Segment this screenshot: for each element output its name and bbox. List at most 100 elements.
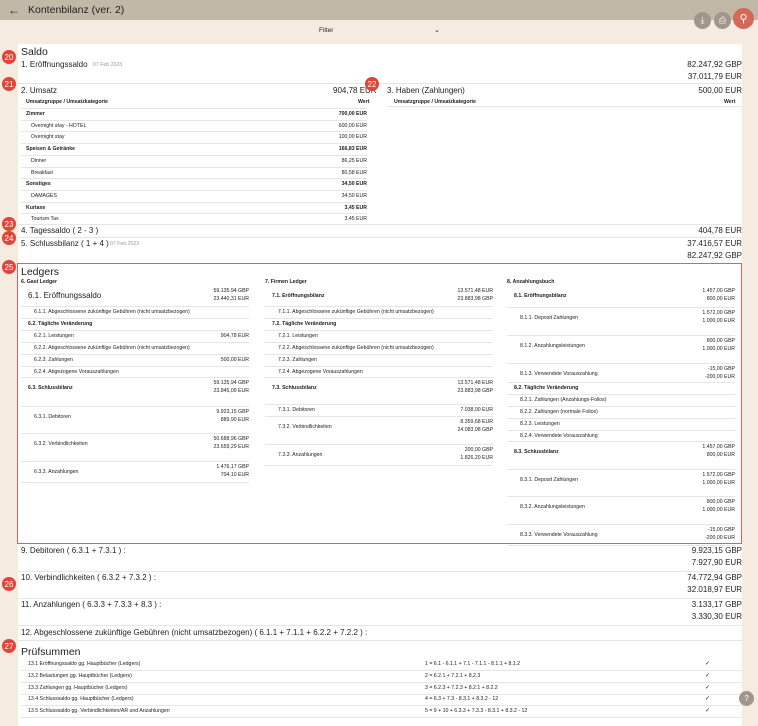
umsatz-row-label: Tourism Tax <box>31 216 59 223</box>
anzahl-ledger-row-label: 8.3.3. Verwendete Vorauszahlung <box>520 532 598 538</box>
total-label: 9. Debitoren ( 6.3.1 + 7.3.1 ) : <box>21 546 126 555</box>
umsatz-col-category: Umsatzgruppe / Umsatzkategorie <box>26 99 108 105</box>
back-arrow-icon[interactable]: ← <box>0 3 28 17</box>
haben-total: 500,00 EUR <box>698 86 742 95</box>
divider <box>507 335 735 336</box>
umsatz-row-label: Breakfast <box>31 169 53 176</box>
anzahlungsbuch-title: 8. Anzahlungsbuch <box>507 279 555 285</box>
check-icon: ✓ <box>705 661 711 667</box>
divider <box>507 382 735 383</box>
anzahl-ledger-row-value: 800,00 EUR <box>706 452 735 458</box>
umsatz-row-label: Sonstiges <box>26 181 51 188</box>
divider <box>21 154 367 156</box>
gast-ledger-row-value: 500,00 EUR <box>220 357 249 363</box>
divider <box>265 404 493 405</box>
anzahl-ledger-row-value: 1.000,00 EUR <box>702 346 735 352</box>
divider <box>18 625 742 626</box>
marker-badge: 27 <box>2 639 16 653</box>
divider <box>387 106 742 107</box>
anzahl-ledger-row-label: 8.1.1. Deposit Zahlungen <box>520 315 578 321</box>
eroeffnung-label: 1. Eröffnungssaldo <box>21 60 88 69</box>
divider <box>21 366 249 367</box>
divider <box>21 693 742 695</box>
firmen-ledger-row-label: 7.2.4. Abgezogene Vorauszahlungen <box>278 369 363 375</box>
gast-ledger-row-value: 50.688,96 GBP <box>213 436 249 442</box>
umsatz-row-label: Zimmer <box>26 111 45 117</box>
page-title: Kontenbilanz (ver. 2) <box>28 4 125 16</box>
gast-ledger-row-label: 6.1. Eröffnungssaldo <box>28 291 102 300</box>
umsatz-row-value: 700,00 EUR <box>338 111 367 117</box>
pruef-row-formula: 2 = 6.2.1 + 7.2.1 + 8.2.3 <box>425 672 481 679</box>
anzahl-ledger-row-value: -200,00 EUR <box>705 535 735 541</box>
firmen-ledger-row-value: 23.883,98 GBP <box>457 296 493 302</box>
pruef-row-formula: 1 = 6.1 - 6.1.1 + 7.1 - 7.1.1 - 8.1.1 + … <box>425 661 521 667</box>
eroeffnung-value-eur: 37.011,79 EUR <box>687 72 742 81</box>
ledgers-title: Ledgers <box>21 266 59 278</box>
gast-ledger-row-label: 6.2.2. Abgeschlossene zukünftige Gebühre… <box>34 345 190 351</box>
total-value: 3.133,17 GBP <box>691 600 742 609</box>
total-value: 9.923,15 GBP <box>691 546 742 555</box>
divider <box>21 330 249 331</box>
divider <box>21 354 249 355</box>
pruef-row-label: 13.3 Zahlungen gg. Hauptbücher (Ledgers) <box>28 684 128 691</box>
tagessaldo-label: 4. Tagessaldo ( 2 - 3 ) <box>21 226 99 235</box>
divider <box>21 189 367 191</box>
gast-ledger-row-label: 6.2.3. Zahlungen <box>34 357 73 363</box>
divider <box>21 681 742 683</box>
gast-ledger-row-label: 6.3.3. Anzahlungen <box>34 469 79 475</box>
marker-badge: 20 <box>2 50 16 64</box>
divider <box>21 433 249 434</box>
eroeffnung-value-gbp: 82.247,92 GBP <box>687 60 742 69</box>
divider <box>21 406 249 407</box>
total-label: 11. Anzahlungen ( 6.3.3 + 7.3.3 + 8.3 ) … <box>21 600 162 609</box>
total-value: 32.018,97 EUR <box>687 585 742 594</box>
divider <box>265 465 493 466</box>
divider <box>21 108 367 109</box>
divider <box>21 166 367 168</box>
umsatz-row-value: 600,00 EUR <box>338 122 367 129</box>
divider <box>507 430 735 431</box>
divider <box>18 640 742 641</box>
divider <box>18 237 742 238</box>
anzahl-ledger-row-value: 1.000,00 EUR <box>702 318 735 324</box>
schluss-value-eur: 37.416,57 EUR <box>687 239 742 248</box>
umsatz-row-label: Speisen & Getränke <box>26 146 76 153</box>
firmen-ledger-row-label: 7.3. Schlussbilanz <box>272 385 317 391</box>
divider <box>21 213 367 215</box>
gast-ledger-row-label: 6.2. Tägliche Veränderung <box>28 321 93 327</box>
anzahl-ledger-row-value: 1.572,00 GBP <box>702 472 735 478</box>
pruef-row-formula: 4 = 6.3 + 7.3 - 8.3.1 + 8.3.2 - 12 <box>425 696 499 703</box>
total-value: 7.927,90 EUR <box>691 558 742 567</box>
umsatz-row-value: 3,45 EUR <box>344 204 368 211</box>
divider <box>507 469 735 470</box>
divider <box>507 418 735 419</box>
divider <box>265 416 493 417</box>
divider <box>507 496 735 497</box>
pruef-row-label: 13.5 Schlusssaldo gg. Verbindlichkeiten/… <box>28 708 170 715</box>
divider <box>265 330 493 331</box>
anzahl-ledger-row-value: 1.457,00 GBP <box>702 288 735 294</box>
gast-ledger-row-label: 6.3. Schlussbilanz <box>28 385 73 391</box>
schluss-value-gbp: 82.247,92 GBP <box>687 251 742 260</box>
anzahl-ledger-row-label: 8.2.2. Zahlungen (normale Folios) <box>520 409 598 415</box>
gast-ledger-row-value: 59.135,94 GBP <box>213 288 249 294</box>
anzahl-ledger-row-value: -15,00 GBP <box>707 527 735 533</box>
pruef-row-label: 13.4 Schlusssaldo gg. Hauptbücher (Ledge… <box>28 696 134 703</box>
marker-badge: 24 <box>2 231 16 245</box>
umsatz-row-value: 166,83 EUR <box>338 146 367 153</box>
help-icon[interactable]: ? <box>739 691 754 706</box>
firmen-ledger-row-value: 200,00 GBP <box>464 447 493 453</box>
gast-ledger-row-value: 1.476,17 GBP <box>216 464 249 470</box>
anzahl-ledger-row-label: 8.3.2. Anzahlungsleistungen <box>520 504 585 510</box>
divider <box>21 482 249 483</box>
divider <box>265 377 493 378</box>
check-icon: ✓ <box>705 696 711 703</box>
filter-bar[interactable]: Filter ⌄ <box>0 26 758 38</box>
divider <box>21 131 367 133</box>
total-label: 10. Verbindlichkeiten ( 6.3.2 + 7.3.2 ) … <box>21 573 156 582</box>
marker-badge: 23 <box>2 217 16 231</box>
anzahl-ledger-row-value: 1.000,00 EUR <box>702 480 735 486</box>
total-value: 3.330,30 EUR <box>691 612 742 621</box>
firmen-ledger-title: 7. Firmen Ledger <box>265 279 307 285</box>
chevron-down-icon[interactable]: ⌄ <box>434 26 440 34</box>
